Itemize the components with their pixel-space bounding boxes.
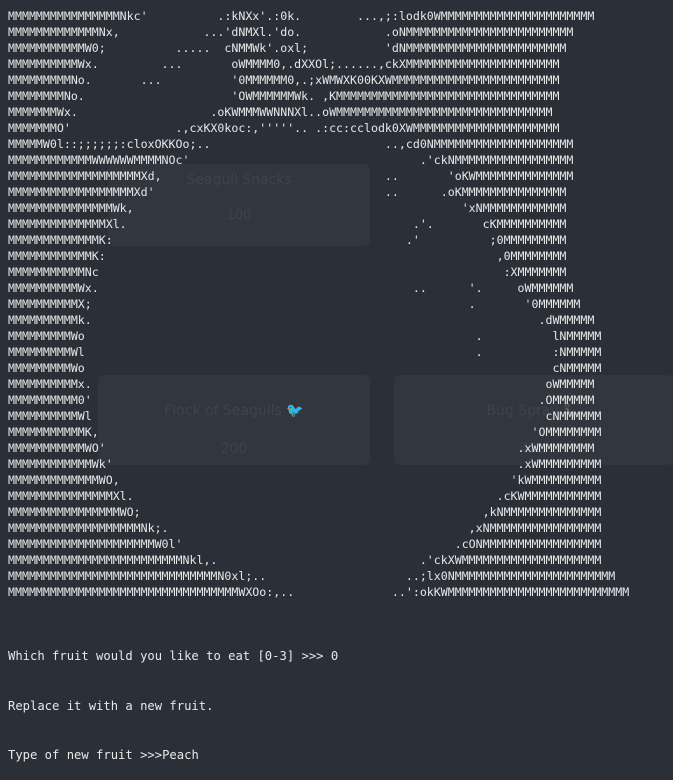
fruit-question: Which fruit would you like to eat [0-3] … <box>8 649 331 663</box>
ascii-art-peach: MMMMMMMMMMMMMMMMNkc' .:kNXx'.:0k. ...,;:… <box>8 9 630 599</box>
fruit-answer: 0 <box>330 649 339 663</box>
replace-message: Replace it with a new fruit. <box>8 698 214 713</box>
fruit-type-input[interactable] <box>162 748 283 762</box>
type-prompt-line: Type of new fruit >>> <box>8 747 338 764</box>
fruit-question-line: Which fruit would you like to eat [0-3] … <box>8 648 338 665</box>
terminal-prompt: Which fruit would you like to eat [0-3] … <box>8 615 338 780</box>
type-prompt-label: Type of new fruit >>> <box>8 748 163 762</box>
